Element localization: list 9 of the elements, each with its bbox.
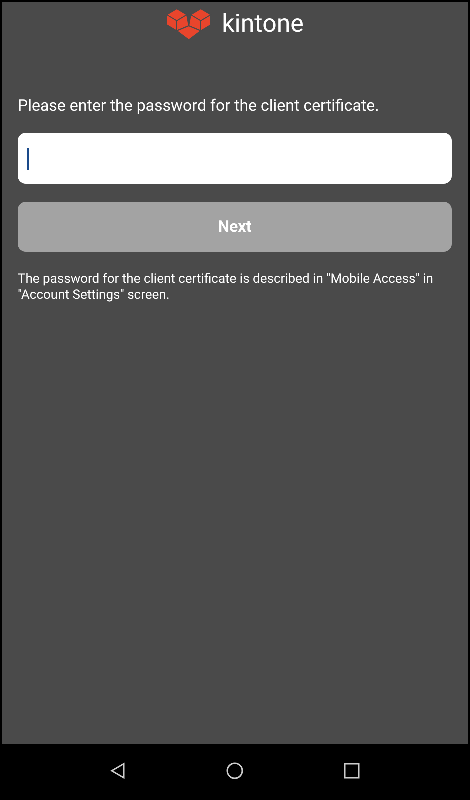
- recents-icon[interactable]: [344, 763, 360, 779]
- text-cursor: [27, 148, 29, 170]
- home-icon[interactable]: [226, 762, 244, 780]
- back-icon[interactable]: [110, 762, 126, 780]
- prompt-text: Please enter the password for the client certificate.: [18, 95, 380, 117]
- logo-icon: [166, 7, 212, 41]
- password-field[interactable]: [18, 133, 452, 184]
- help-text: The password for the client certificate is described in "Mobile Access" in "Account Settings" screen.: [18, 272, 434, 304]
- brand-name: kintone: [222, 12, 304, 36]
